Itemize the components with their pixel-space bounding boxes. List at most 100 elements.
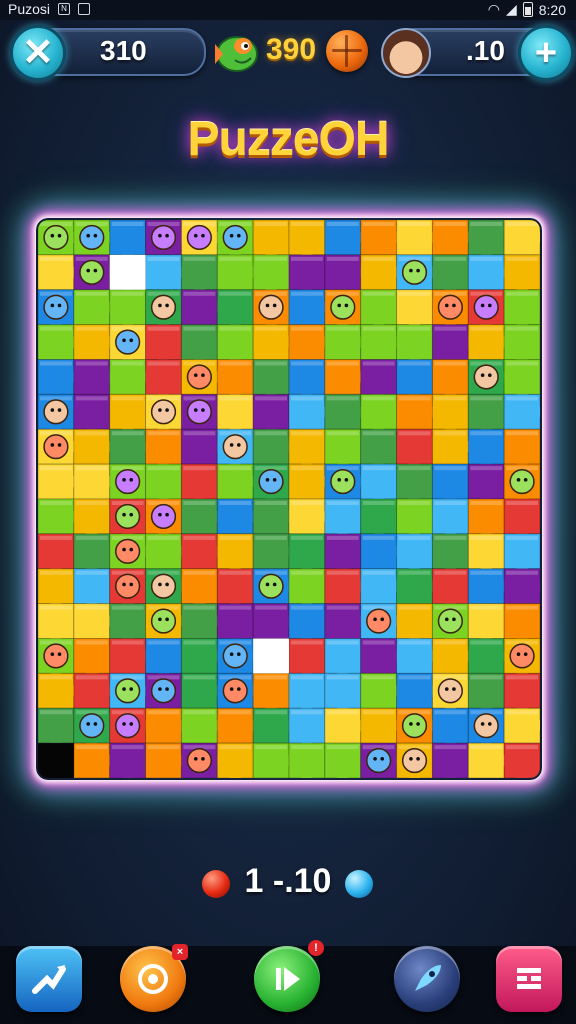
piece-highlight bbox=[506, 501, 538, 505]
piece-highlight bbox=[219, 326, 252, 331]
piece-highlight bbox=[111, 396, 144, 401]
piece-highlight bbox=[40, 326, 72, 331]
character-token bbox=[115, 503, 141, 530]
girl-avatar[interactable] bbox=[381, 28, 431, 78]
piece-highlight bbox=[434, 710, 467, 715]
piece-highlight bbox=[75, 291, 108, 296]
piece-highlight bbox=[255, 222, 287, 226]
piece-highlight bbox=[40, 675, 72, 680]
empty-slot[interactable] bbox=[109, 254, 146, 290]
piece-highlight bbox=[219, 256, 252, 261]
piece-highlight bbox=[75, 396, 108, 401]
target-button[interactable]: × bbox=[120, 944, 188, 1012]
character-token bbox=[150, 678, 177, 704]
puzzle-board[interactable] bbox=[38, 220, 540, 778]
piece-highlight bbox=[506, 431, 538, 436]
character-token bbox=[366, 608, 392, 634]
piece-highlight bbox=[183, 256, 216, 261]
character-token bbox=[79, 224, 105, 251]
piece-highlight bbox=[183, 710, 216, 715]
piece-highlight bbox=[75, 501, 108, 505]
fish-avatar bbox=[215, 36, 258, 72]
piece-highlight bbox=[219, 501, 252, 505]
piece-highlight bbox=[362, 640, 395, 645]
piece-highlight bbox=[219, 361, 252, 366]
hint-text: 1 -.10 bbox=[244, 862, 332, 900]
piece-highlight bbox=[255, 396, 287, 401]
piece-highlight bbox=[183, 501, 216, 505]
piece-highlight bbox=[434, 256, 467, 261]
piece-highlight bbox=[434, 535, 467, 540]
piece-highlight bbox=[219, 745, 252, 750]
piece-highlight bbox=[506, 396, 538, 401]
piece-highlight bbox=[470, 501, 503, 505]
piece-highlight bbox=[75, 745, 108, 750]
character-token bbox=[401, 747, 428, 774]
piece-highlight bbox=[291, 745, 323, 750]
piece-highlight bbox=[326, 361, 359, 366]
piece-highlight bbox=[326, 640, 359, 645]
piece-highlight bbox=[326, 326, 359, 331]
character-token bbox=[473, 364, 499, 390]
character-token bbox=[258, 294, 284, 320]
target-badge: × bbox=[172, 944, 188, 960]
empty-slot[interactable] bbox=[253, 638, 289, 674]
piece-highlight bbox=[183, 466, 216, 471]
piece-highlight bbox=[326, 431, 359, 436]
character-token bbox=[509, 643, 535, 669]
piece-highlight bbox=[470, 431, 503, 436]
piece-highlight bbox=[147, 745, 180, 750]
piece-highlight bbox=[183, 570, 216, 575]
piece-highlight bbox=[291, 396, 323, 401]
left-counter: 310 bbox=[100, 35, 147, 66]
piece-highlight bbox=[255, 745, 287, 750]
piece-highlight bbox=[398, 640, 431, 645]
piece-highlight bbox=[506, 326, 538, 331]
character-token bbox=[115, 538, 141, 564]
character-token bbox=[258, 468, 284, 495]
piece-highlight bbox=[75, 535, 108, 540]
piece-highlight bbox=[147, 256, 180, 261]
piece-highlight bbox=[291, 501, 323, 505]
piece-highlight bbox=[183, 605, 216, 610]
character-token bbox=[401, 259, 428, 285]
piece-highlight bbox=[398, 501, 431, 505]
character-token bbox=[150, 503, 177, 530]
add-button[interactable]: + bbox=[518, 25, 574, 81]
piece-highlight bbox=[398, 570, 431, 575]
piece-highlight bbox=[183, 535, 216, 540]
blue-orb-icon bbox=[345, 870, 373, 898]
character-token bbox=[437, 678, 463, 704]
piece-highlight bbox=[219, 570, 252, 575]
piece-highlight bbox=[147, 535, 180, 540]
piece-highlight bbox=[111, 745, 144, 750]
piece-highlight bbox=[219, 396, 252, 401]
piece-highlight bbox=[506, 745, 538, 750]
piece-highlight bbox=[506, 361, 538, 366]
piece-highlight bbox=[40, 535, 72, 540]
piece-highlight bbox=[291, 431, 323, 436]
character-token bbox=[222, 224, 248, 251]
piece-highlight bbox=[326, 710, 359, 715]
piece-highlight bbox=[147, 710, 180, 715]
shop-button[interactable] bbox=[496, 946, 562, 1012]
shuffle-button[interactable] bbox=[16, 946, 82, 1012]
piece-highlight bbox=[362, 291, 395, 296]
piece-highlight bbox=[506, 222, 538, 226]
character-token bbox=[43, 294, 69, 320]
basketball-coin-icon bbox=[326, 30, 368, 72]
play-button[interactable]: ! bbox=[254, 940, 324, 1012]
piece-highlight bbox=[470, 605, 503, 610]
image-icon bbox=[78, 3, 91, 15]
close-button[interactable]: ✕ bbox=[10, 25, 66, 81]
piece-highlight bbox=[255, 535, 287, 540]
piece-highlight bbox=[434, 501, 467, 505]
piece-highlight bbox=[147, 326, 180, 331]
piece-highlight bbox=[147, 431, 180, 436]
piece-highlight bbox=[111, 361, 144, 366]
piece-highlight bbox=[470, 570, 503, 575]
empty-slot[interactable] bbox=[38, 743, 74, 778]
rocket-button[interactable] bbox=[394, 946, 460, 1012]
piece-highlight bbox=[470, 222, 503, 226]
piece-highlight bbox=[111, 640, 144, 645]
